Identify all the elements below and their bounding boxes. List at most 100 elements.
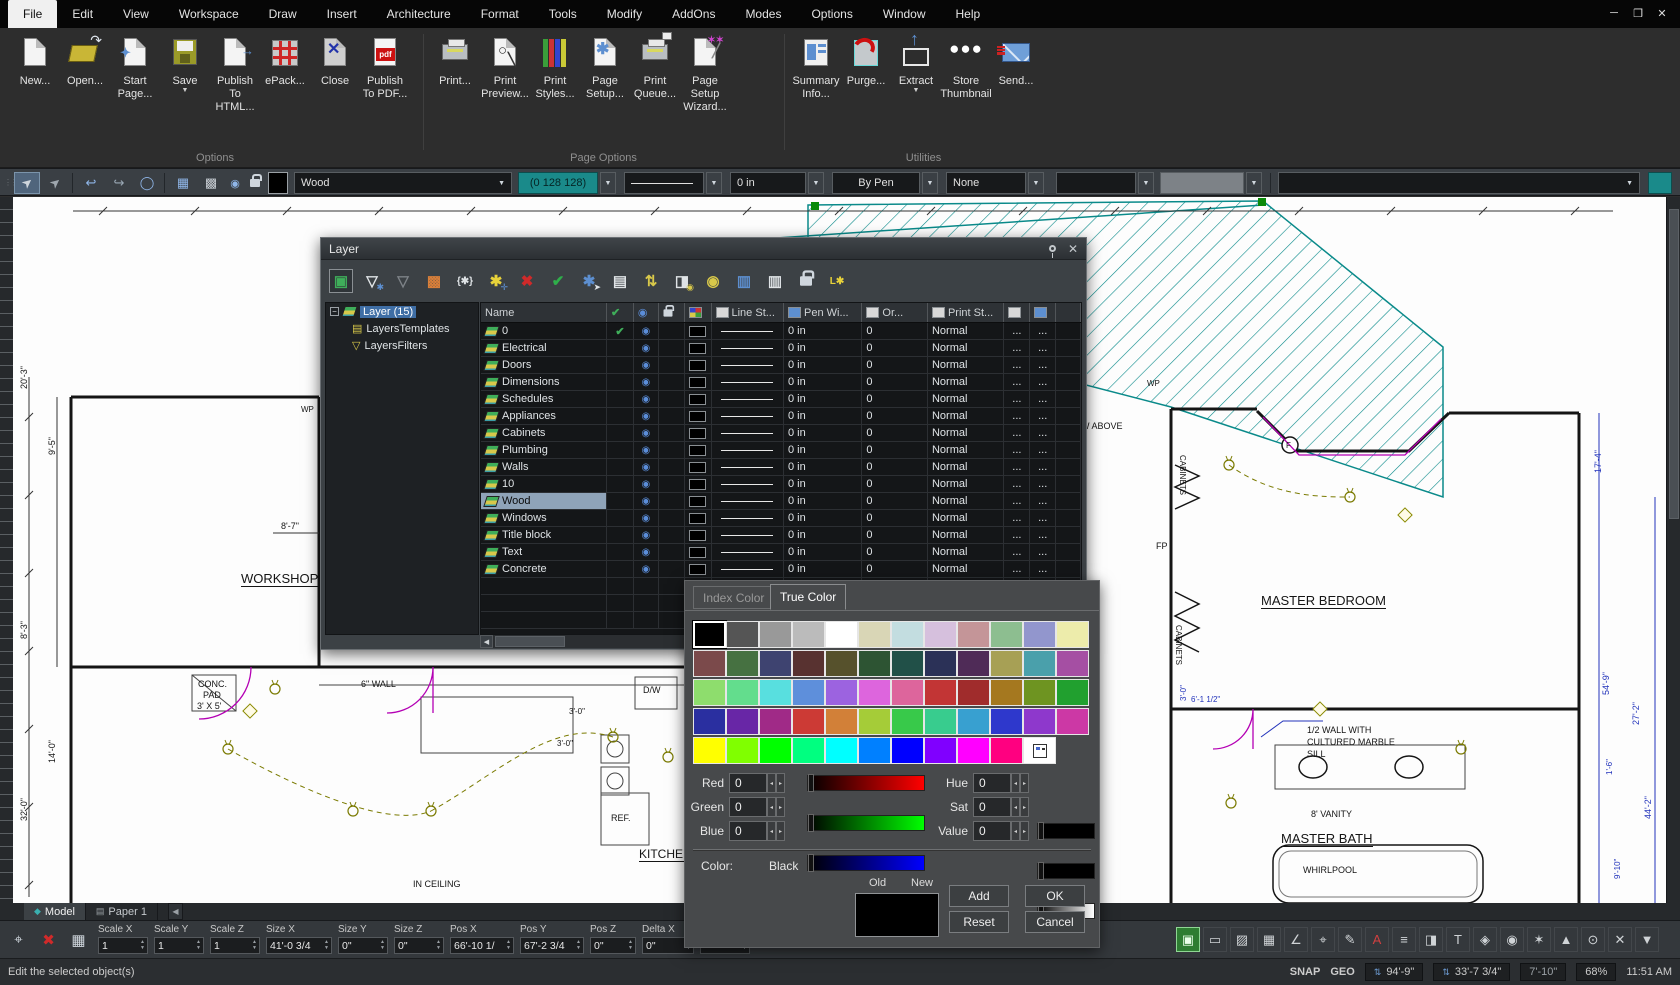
layer-row-0[interactable]: 0✔◉0 in0Normal...... xyxy=(481,323,1081,340)
minimize-button[interactable]: ─ xyxy=(1602,0,1626,26)
field-input-scale-y[interactable]: 1▲▼ xyxy=(154,937,204,954)
cancel-button[interactable]: Cancel xyxy=(1025,911,1085,933)
layer-tree-item-layerstemplates[interactable]: ▤LayersTemplates xyxy=(326,320,478,337)
color-swatch-dd65dd[interactable] xyxy=(858,679,891,706)
column-header-pen-width[interactable]: Pen Wi... xyxy=(784,303,862,322)
grid-icon[interactable]: ▦ xyxy=(1257,927,1281,952)
new-button[interactable]: New... xyxy=(10,34,60,114)
group-layers-icon[interactable]: {✱} xyxy=(453,269,477,293)
purge-button[interactable]: Purge... xyxy=(841,34,891,101)
color-swatch-8e38cc[interactable] xyxy=(1023,708,1056,735)
color-swatch-555555[interactable] xyxy=(726,621,759,648)
value-input[interactable]: 0 xyxy=(973,821,1011,841)
toggle-column-b-icon[interactable]: ▥ xyxy=(763,269,787,293)
color-swatch-dd659c[interactable] xyxy=(891,679,924,706)
column-header-order[interactable]: Or... xyxy=(862,303,928,322)
color-swatch-a02a87[interactable] xyxy=(759,708,792,735)
letter-t-icon[interactable]: T xyxy=(1446,927,1470,952)
hue-slider[interactable] xyxy=(1037,823,1095,839)
toolbar-overflow-button[interactable] xyxy=(1648,172,1672,194)
apply-icon[interactable]: ✔ xyxy=(546,269,570,293)
layer-manager-button[interactable]: ▩ xyxy=(198,172,224,194)
layer-combobox[interactable]: Wood▼ xyxy=(294,172,512,194)
current-color-swatch[interactable] xyxy=(268,172,288,194)
menu-addons[interactable]: AddOns xyxy=(657,0,730,28)
decrement-icon[interactable]: ◂ xyxy=(1011,797,1020,817)
menu-view[interactable]: View xyxy=(108,0,164,28)
color-swatch-c3dde0[interactable] xyxy=(891,621,924,648)
color-swatch-467141[interactable] xyxy=(726,650,759,677)
color-swatch-ff00ff[interactable] xyxy=(957,737,990,764)
increment-icon[interactable]: ▸ xyxy=(776,821,785,841)
collapse-icon[interactable]: − xyxy=(330,307,339,316)
linetype-dropdown-button[interactable]: ▼ xyxy=(706,172,722,194)
color-swatch-a5781f[interactable] xyxy=(990,679,1023,706)
add-button[interactable]: Add xyxy=(949,885,1009,907)
color-swatch-edecab[interactable] xyxy=(1056,621,1089,648)
color-swatch-3e4370[interactable] xyxy=(759,650,792,677)
snap-toggle[interactable]: SNAP xyxy=(1290,966,1321,978)
green-box-icon[interactable]: ▣ xyxy=(1176,927,1200,952)
layer-color-swatch[interactable] xyxy=(689,428,706,439)
field-input-pos-y[interactable]: 67'-2 3/4▲▼ xyxy=(520,937,584,954)
color-swatch-ffffff[interactable] xyxy=(825,621,858,648)
color-swatch-8dbe90[interactable] xyxy=(990,621,1023,648)
lineweight-combobox[interactable]: 0 in xyxy=(730,172,806,194)
color-swatch-bbbbbb[interactable] xyxy=(792,621,825,648)
menu-file[interactable]: File xyxy=(8,0,57,28)
redo-button[interactable]: ↪ xyxy=(106,172,132,194)
color-swatch-d9d6b6[interactable] xyxy=(858,621,891,648)
geo-toggle[interactable]: GEO xyxy=(1330,966,1354,978)
select-tool-button[interactable]: ➤ xyxy=(14,172,40,194)
increment-icon[interactable]: ▸ xyxy=(776,797,785,817)
layer-tree-item-layersfilters[interactable]: ▽LayersFilters xyxy=(326,337,478,354)
publish-to-pdf-button[interactable]: pdfPublishTo PDF... xyxy=(360,34,410,114)
filter-icon[interactable]: ▽ xyxy=(391,269,415,293)
color-swatch-63dd8d[interactable] xyxy=(726,679,759,706)
layer-row-title-block[interactable]: Title block◉0 in0Normal...... xyxy=(481,527,1081,544)
lineweight-dropdown-button[interactable]: ▼ xyxy=(808,172,824,194)
pick-tool-button[interactable]: ➤ xyxy=(42,172,68,194)
tab-true-color[interactable]: True Color xyxy=(770,584,846,610)
empty-combobox-2[interactable] xyxy=(1160,172,1244,194)
color-swatch-583230[interactable] xyxy=(792,650,825,677)
red-slider[interactable] xyxy=(807,775,925,791)
lock-layer-icon[interactable] xyxy=(794,269,818,293)
field-input-size-x[interactable]: 41'-0 3/4▲▼ xyxy=(266,937,332,954)
close-button[interactable]: ✕ xyxy=(1650,0,1674,26)
increment-icon[interactable]: ▸ xyxy=(1020,797,1029,817)
color-swatch-8edd6d[interactable] xyxy=(693,679,726,706)
crosshair-button[interactable]: ⌖ xyxy=(6,927,31,952)
color-swatch-7b4a4b[interactable] xyxy=(693,650,726,677)
decrement-icon[interactable]: ◂ xyxy=(1011,773,1020,793)
field-input-size-z[interactable]: 0"▲▼ xyxy=(394,937,444,954)
linetype-scale-dropdown-button[interactable]: ▼ xyxy=(1028,172,1044,194)
half-square-icon[interactable]: ◨ xyxy=(1419,927,1443,952)
triangle-up-icon[interactable]: ▲ xyxy=(1554,927,1578,952)
increment-icon[interactable]: ▸ xyxy=(776,773,785,793)
column-header-color[interactable] xyxy=(685,303,712,322)
color-swatch-38a0d0[interactable] xyxy=(957,708,990,735)
layer-color-swatch[interactable] xyxy=(689,360,706,371)
new-layer-icon[interactable]: ✱✛ xyxy=(484,269,508,293)
store-thumbnail-button[interactable]: ●●●StoreThumbnail xyxy=(941,34,991,101)
scroll-left-icon[interactable]: ◀ xyxy=(480,635,493,648)
layer-row-wood[interactable]: Wood◉0 in0Normal...... xyxy=(481,493,1081,510)
color-swatch-5e8fdb[interactable] xyxy=(792,679,825,706)
menu-help[interactable]: Help xyxy=(941,0,996,28)
color-button[interactable]: (0 128 128) xyxy=(518,172,598,194)
layer-lock-button[interactable] xyxy=(246,172,264,194)
select-layer-icon[interactable]: ✱➤ xyxy=(577,269,601,293)
color-dropdown-button[interactable]: ▼ xyxy=(600,172,616,194)
equals-icon[interactable]: ≡ xyxy=(1392,927,1416,952)
delete-button[interactable]: ✖ xyxy=(36,927,61,952)
grid-button[interactable]: ▦ xyxy=(66,927,91,952)
color-swatch-21a02f[interactable] xyxy=(1056,679,1089,706)
tab-index-color[interactable]: Index Color xyxy=(693,586,774,609)
field-input-size-y[interactable]: 0"▲▼ xyxy=(338,937,388,954)
field-input-pos-x[interactable]: 66'-10 1/▲▼ xyxy=(450,937,514,954)
layer-manager-icon[interactable]: ▤ xyxy=(608,269,632,293)
show-all-eye-icon[interactable]: ◉ xyxy=(701,269,725,293)
toggle-column-a-icon[interactable]: ▥ xyxy=(732,269,756,293)
rect-icon[interactable]: ▭ xyxy=(1203,927,1227,952)
